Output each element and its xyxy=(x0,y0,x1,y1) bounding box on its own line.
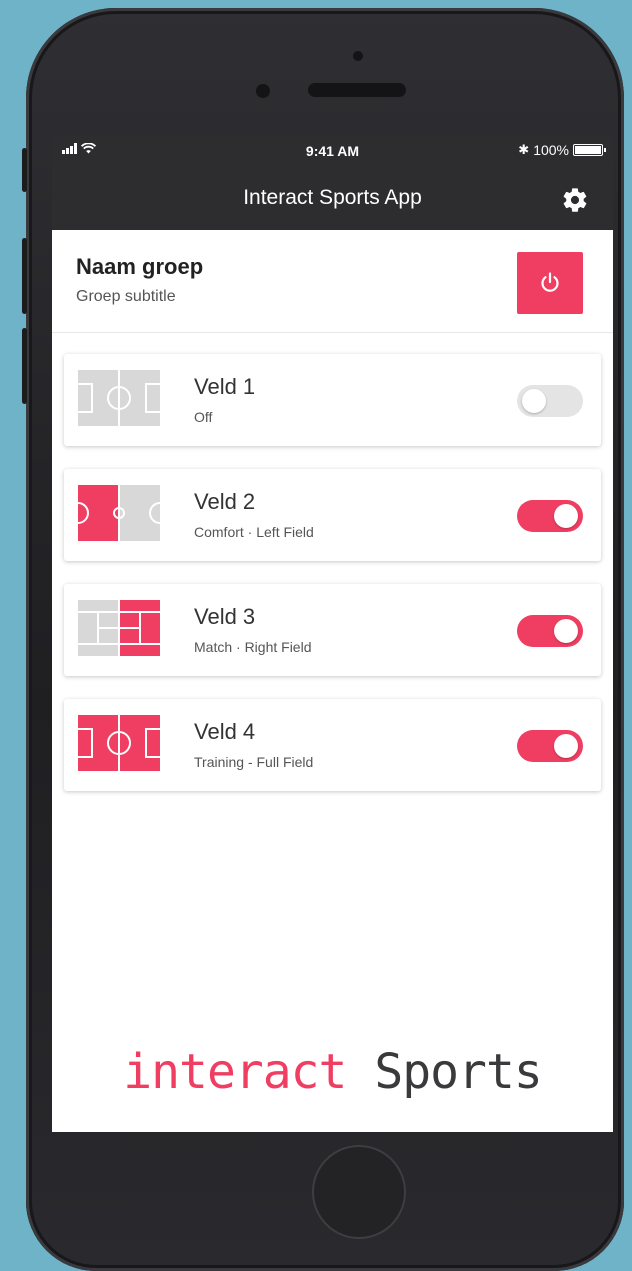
field-toggle-4[interactable] xyxy=(517,730,583,762)
field-title: Veld 2 xyxy=(194,489,256,514)
gear-icon[interactable] xyxy=(561,186,589,214)
volume-down-button xyxy=(22,328,27,404)
field-subtitle: Match · Right Field xyxy=(194,639,312,655)
field-card-4[interactable]: Veld 4 Training - Full Field xyxy=(64,699,601,791)
field-toggle-1[interactable] xyxy=(517,385,583,417)
field-title: Veld 3 xyxy=(194,604,256,629)
field-card-2[interactable]: Veld 2 Comfort · Left Field xyxy=(64,469,601,561)
field-toggle-3[interactable] xyxy=(517,615,583,647)
power-button[interactable] xyxy=(517,252,583,314)
brand-logo: interact Sports xyxy=(52,1044,613,1100)
app-bar: Interact Sports App xyxy=(52,166,613,230)
brand-accent-word: interact xyxy=(123,1044,347,1100)
battery-icon xyxy=(573,144,606,156)
battery-percentage: 100% xyxy=(533,142,569,158)
left-field-icon xyxy=(78,485,160,541)
status-bar: 9:41 AM ✱ 100% xyxy=(52,136,613,166)
group-title: Naam groep xyxy=(76,254,204,279)
group-subtitle: Groep subtitle xyxy=(76,288,176,305)
full-field-off-icon xyxy=(78,370,160,426)
field-card-1[interactable]: Veld 1 Off xyxy=(64,354,601,446)
volume-up-button xyxy=(22,238,27,314)
app-screen: 9:41 AM ✱ 100% Interact Sports App Naam … xyxy=(52,136,613,1132)
field-subtitle: Comfort · Left Field xyxy=(194,524,314,540)
field-title: Veld 4 xyxy=(194,719,256,744)
full-field-icon xyxy=(78,715,160,771)
app-title: Interact Sports App xyxy=(243,186,422,209)
power-icon xyxy=(541,272,559,292)
home-button[interactable] xyxy=(312,1145,406,1239)
front-sensor xyxy=(353,51,363,61)
group-header: Naam groep Groep subtitle xyxy=(52,230,613,333)
front-camera xyxy=(256,84,270,98)
field-card-3[interactable]: Veld 3 Match · Right Field xyxy=(64,584,601,676)
right-field-icon xyxy=(78,600,160,656)
silent-switch xyxy=(22,148,27,192)
field-title: Veld 1 xyxy=(194,374,256,399)
status-right: ✱ 100% xyxy=(518,142,606,158)
field-subtitle: Training - Full Field xyxy=(194,754,314,770)
bluetooth-icon: ✱ xyxy=(518,142,530,157)
brand-word: Sports xyxy=(374,1044,542,1100)
earpiece-speaker xyxy=(308,83,406,97)
field-toggle-2[interactable] xyxy=(517,500,583,532)
field-subtitle: Off xyxy=(194,409,213,425)
